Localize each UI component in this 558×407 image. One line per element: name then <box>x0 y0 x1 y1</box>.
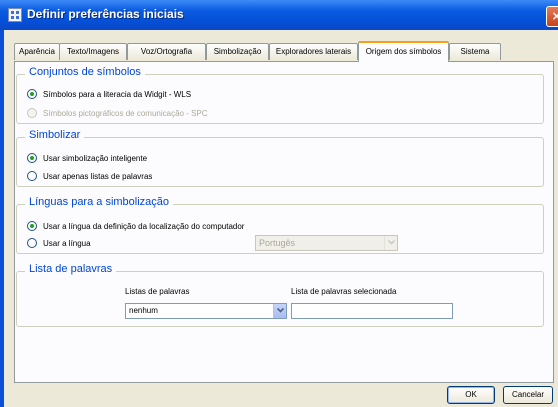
title-bar[interactable]: Definir preferências iniciais × <box>0 0 558 30</box>
chevron-down-icon[interactable] <box>273 304 286 318</box>
tab-strip: Aparência Texto/Imagens Voz/Ortografia S… <box>4 41 558 62</box>
language-select-value: Portugês <box>259 238 296 248</box>
tab-voz-ortografia[interactable]: Voz/Ortografia <box>127 43 206 60</box>
radio-button-icon[interactable] <box>27 171 37 181</box>
tab-simbolizacao[interactable]: Simbolização <box>206 43 269 60</box>
ok-button[interactable]: OK <box>447 386 495 404</box>
chevron-down-icon[interactable] <box>384 236 397 250</box>
languages-group: Línguas para a simbolização Usar a língu… <box>16 196 544 254</box>
radio-button-disabled-icon[interactable] <box>27 108 37 118</box>
radio-wls[interactable]: Símbolos para a literacia da Widgit - WL… <box>27 88 191 100</box>
tab-sistema[interactable]: Sistema <box>449 43 501 60</box>
close-button[interactable]: × <box>546 6 558 27</box>
radio-use-language[interactable]: Usar a língua <box>27 237 91 249</box>
selected-word-list-field[interactable] <box>291 303 453 319</box>
radio-wls-label: Símbolos para a literacia da Widgit - WL… <box>43 89 192 99</box>
radio-smart-symbolization[interactable]: Usar simbolização inteligente <box>27 152 147 164</box>
word-lists-select-value: nenhum <box>129 306 158 315</box>
radio-button-checked-icon[interactable] <box>27 221 37 231</box>
language-select[interactable]: Portugês <box>255 235 398 251</box>
radio-button-checked-icon[interactable] <box>27 153 37 163</box>
symbolize-title: Simbolizar <box>25 129 85 141</box>
languages-title: Línguas para a simbolização <box>25 196 174 208</box>
tab-aparencia[interactable]: Aparência <box>14 43 60 60</box>
cancel-button[interactable]: Cancelar <box>503 386 553 404</box>
selected-word-list-label: Lista de palavras selecionada <box>291 287 397 296</box>
app-icon <box>8 8 22 22</box>
radio-smart-symbolization-label: Usar simbolização inteligente <box>43 153 148 163</box>
tab-exploradores-laterais[interactable]: Exploradores laterais <box>269 43 358 60</box>
radio-computer-locale-label: Usar a língua da definição da localizaçã… <box>43 221 245 231</box>
dialog-client-area: Aparência Texto/Imagens Voz/Ortografia S… <box>4 30 558 407</box>
word-lists-group: Lista de palavras Listas de palavras nen… <box>16 263 544 327</box>
radio-use-language-label: Usar a língua <box>43 238 91 248</box>
symbol-sets-group: Conjuntos de símbolos Símbolos para a li… <box>16 66 544 124</box>
radio-computer-locale[interactable]: Usar a língua da definição da localizaçã… <box>27 220 244 232</box>
radio-button-icon[interactable] <box>27 238 37 248</box>
word-lists-label: Listas de palavras <box>125 287 190 296</box>
radio-button-checked-icon[interactable] <box>27 89 37 99</box>
symbolize-group: Simbolizar Usar simbolização inteligente… <box>16 129 544 187</box>
radio-spc[interactable]: Símbolos pictográficos de comunicação - … <box>27 107 208 119</box>
symbol-sets-title: Conjuntos de símbolos <box>25 66 145 78</box>
dialog-window: Definir preferências iniciais × Aparênci… <box>0 0 558 407</box>
tab-texto-imagens[interactable]: Texto/Imagens <box>59 43 127 60</box>
word-lists-select[interactable]: nenhum <box>125 303 287 319</box>
radio-spc-label: Símbolos pictográficos de comunicação - … <box>43 108 208 118</box>
radio-word-lists-only-label: Usar apenas listas de palavras <box>43 171 153 181</box>
window-title: Definir preferências iniciais <box>27 7 184 21</box>
radio-word-lists-only[interactable]: Usar apenas listas de palavras <box>27 170 152 182</box>
tab-origem-dos-simbolos[interactable]: Origem dos símbolos <box>358 41 449 62</box>
word-lists-title: Lista de palavras <box>25 263 117 275</box>
